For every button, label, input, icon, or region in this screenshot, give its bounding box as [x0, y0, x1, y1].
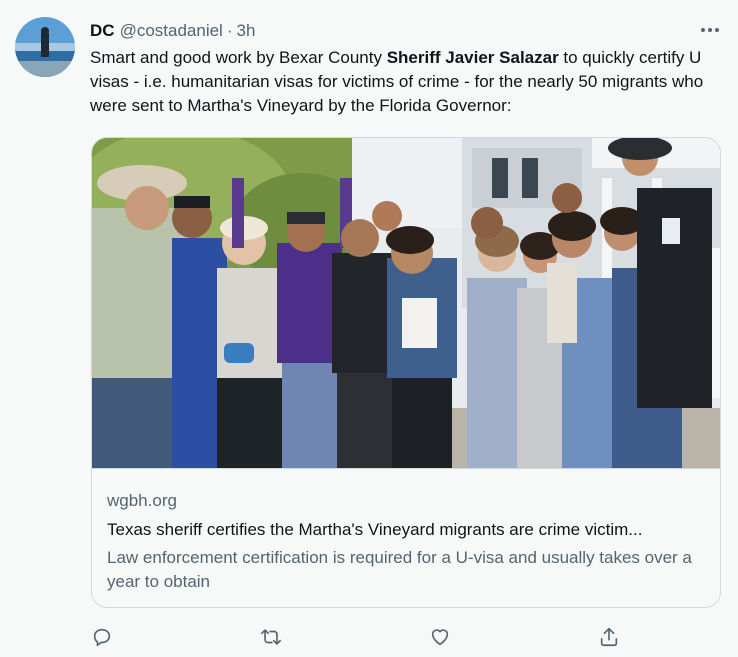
card-domain: wgbh.org — [107, 491, 177, 510]
card-meta[interactable]: wgbh.org Texas sheriff certifies the Mar… — [92, 468, 720, 607]
retweet-icon[interactable] — [257, 624, 285, 650]
tweet-text-bold: Sheriff Javier Salazar — [386, 48, 559, 67]
separator-dot: · — [226, 21, 233, 40]
card-description: Law enforcement certification is require… — [107, 548, 692, 591]
tweet[interactable]: DC @costadaniel · 3h Smart and good work… — [0, 0, 738, 657]
author-name[interactable]: DC — [90, 21, 115, 41]
reply-icon[interactable] — [88, 624, 116, 650]
card-title: Texas sheriff certifies the Martha's Vin… — [107, 520, 643, 539]
tweet-actions — [88, 624, 628, 650]
share-icon[interactable] — [595, 624, 623, 650]
card-image[interactable] — [92, 138, 720, 468]
tweet-text-start: Smart and good work by Bexar County — [90, 48, 387, 67]
like-icon[interactable] — [426, 624, 454, 650]
tweet-time[interactable]: 3h — [237, 21, 256, 41]
author-handle[interactable]: @costadaniel — [120, 21, 223, 41]
link-card[interactable]: wgbh.org Texas sheriff certifies the Mar… — [91, 137, 721, 608]
avatar[interactable] — [15, 17, 75, 77]
tweet-header: DC @costadaniel · 3h — [90, 18, 255, 44]
more-icon[interactable] — [698, 20, 722, 40]
tweet-text: Smart and good work by Bexar County Sher… — [90, 46, 720, 118]
